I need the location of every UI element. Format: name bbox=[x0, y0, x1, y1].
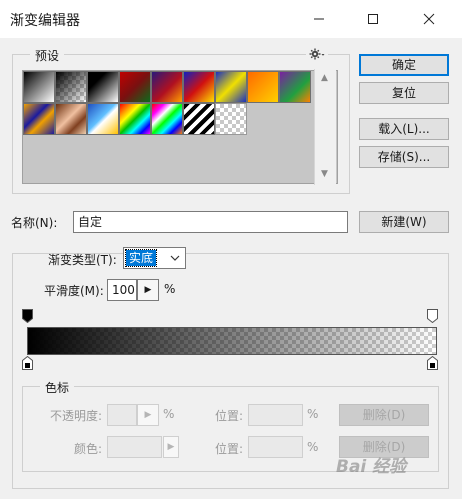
color-stop-icon bbox=[22, 355, 33, 370]
color-location-label: 位置: bbox=[215, 442, 244, 456]
preset-swatch[interactable] bbox=[151, 103, 183, 135]
save-button[interactable]: 存储(S)... bbox=[359, 146, 449, 168]
color-stop-start[interactable] bbox=[22, 355, 33, 370]
opacity-label: 不透明度: bbox=[50, 409, 103, 423]
opacity-unit: % bbox=[163, 407, 175, 421]
presets-menu-button[interactable] bbox=[306, 46, 328, 62]
color-location-field[interactable] bbox=[248, 436, 303, 458]
arrow-right-icon: ▶ bbox=[167, 442, 175, 452]
scroll-up-icon[interactable]: ▲ bbox=[321, 73, 328, 83]
arrow-right-icon: ▶ bbox=[144, 410, 152, 420]
preset-swatch[interactable] bbox=[183, 71, 215, 103]
smoothness-unit: % bbox=[164, 282, 176, 296]
gradient-preview-bar[interactable] bbox=[27, 327, 437, 355]
arrow-right-icon: ▶ bbox=[144, 285, 152, 295]
ok-button[interactable]: 确定 bbox=[359, 54, 449, 76]
preset-swatch[interactable] bbox=[23, 71, 55, 103]
opacity-stepper[interactable]: ▶ bbox=[137, 404, 159, 426]
name-field[interactable]: 自定 bbox=[73, 211, 348, 233]
maximize-button[interactable] bbox=[350, 0, 396, 38]
color-location-unit: % bbox=[307, 440, 319, 454]
preset-swatch[interactable] bbox=[87, 71, 119, 103]
close-icon bbox=[423, 13, 435, 25]
preset-swatch[interactable] bbox=[215, 103, 247, 135]
stops-group-label: 色标 bbox=[40, 379, 75, 396]
gradient-type-label: 渐变类型(T): bbox=[48, 253, 117, 267]
opacity-stop-icon bbox=[427, 309, 438, 324]
presets-scrollbar[interactable]: ▲ ▼ bbox=[314, 69, 336, 185]
color-label: 颜色: bbox=[74, 442, 103, 456]
color-stop-icon bbox=[427, 355, 438, 370]
gradient-type-value: 实底 bbox=[124, 249, 158, 267]
gradient-type-select[interactable]: 实底 bbox=[123, 247, 186, 269]
chevron-down-icon bbox=[170, 255, 180, 261]
close-button[interactable] bbox=[406, 0, 452, 38]
smoothness-label: 平滑度(M): bbox=[44, 284, 104, 298]
opacity-stop-icon bbox=[22, 309, 33, 324]
minimize-icon bbox=[314, 18, 324, 20]
preset-swatch[interactable] bbox=[55, 103, 87, 135]
preset-swatch[interactable] bbox=[215, 71, 247, 103]
color-swatch-field[interactable] bbox=[107, 436, 162, 458]
opacity-stop-end[interactable] bbox=[427, 309, 438, 324]
smoothness-stepper[interactable]: ▶ bbox=[137, 279, 159, 301]
opacity-stop-start[interactable] bbox=[22, 309, 33, 324]
color-stop-end[interactable] bbox=[427, 355, 438, 370]
scroll-down-icon[interactable]: ▼ bbox=[321, 169, 328, 179]
title-bar: 渐变编辑器 bbox=[0, 0, 462, 38]
name-label: 名称(N): bbox=[11, 216, 58, 230]
opacity-field[interactable] bbox=[107, 404, 137, 426]
preset-swatch[interactable] bbox=[247, 71, 279, 103]
new-button[interactable]: 新建(W) bbox=[359, 211, 449, 233]
preset-swatch[interactable] bbox=[87, 103, 119, 135]
delete-opacity-stop-button[interactable]: 删除(D) bbox=[339, 404, 429, 426]
preset-swatch[interactable] bbox=[119, 103, 151, 135]
smoothness-field[interactable]: 100 bbox=[107, 279, 137, 301]
watermark-text: Bai 经验 bbox=[336, 457, 407, 477]
preset-swatch[interactable] bbox=[23, 103, 55, 135]
opacity-location-label: 位置: bbox=[215, 409, 244, 423]
load-button[interactable]: 载入(L)... bbox=[359, 118, 449, 140]
presets-label: 预设 bbox=[30, 47, 65, 64]
window-title: 渐变编辑器 bbox=[10, 13, 80, 29]
opacity-location-unit: % bbox=[307, 407, 319, 421]
preset-swatch[interactable] bbox=[279, 71, 311, 103]
gear-icon bbox=[309, 48, 325, 60]
maximize-icon bbox=[368, 14, 378, 24]
color-stepper[interactable]: ▶ bbox=[163, 436, 179, 458]
preset-swatch[interactable] bbox=[119, 71, 151, 103]
preset-swatch[interactable] bbox=[55, 71, 87, 103]
preset-swatch[interactable] bbox=[183, 103, 215, 135]
watermark: Bai 经验 bbox=[336, 452, 460, 482]
preset-swatch-grid bbox=[22, 70, 338, 184]
preset-swatch[interactable] bbox=[151, 71, 183, 103]
reset-button[interactable]: 复位 bbox=[359, 82, 449, 104]
minimize-button[interactable] bbox=[296, 0, 342, 38]
opacity-location-field[interactable] bbox=[248, 404, 303, 426]
